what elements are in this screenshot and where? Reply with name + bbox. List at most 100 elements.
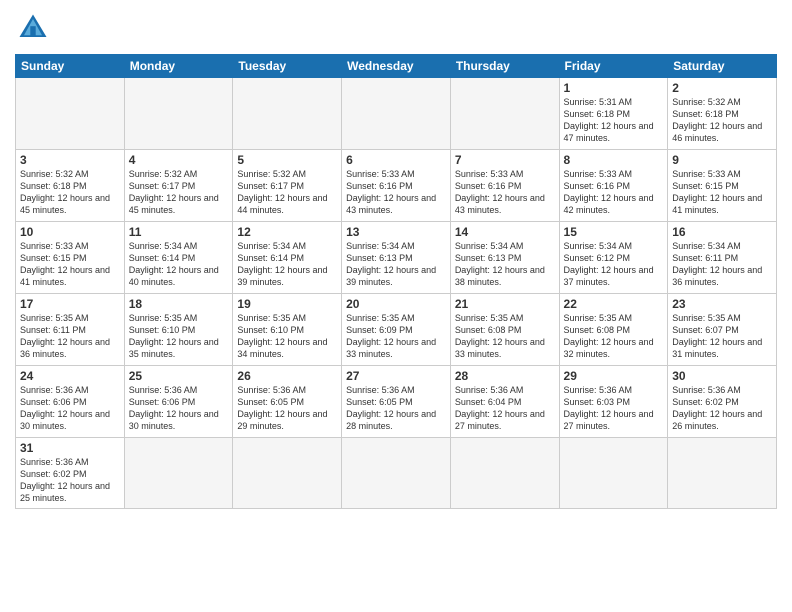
day-info: Sunrise: 5:32 AM Sunset: 6:17 PM Dayligh…: [129, 168, 229, 217]
day-info: Sunrise: 5:34 AM Sunset: 6:14 PM Dayligh…: [237, 240, 337, 289]
calendar-cell: [559, 438, 668, 509]
calendar-cell: 8Sunrise: 5:33 AM Sunset: 6:16 PM Daylig…: [559, 150, 668, 222]
day-info: Sunrise: 5:33 AM Sunset: 6:15 PM Dayligh…: [672, 168, 772, 217]
day-info: Sunrise: 5:36 AM Sunset: 6:06 PM Dayligh…: [129, 384, 229, 433]
calendar-cell: [342, 438, 451, 509]
day-info: Sunrise: 5:33 AM Sunset: 6:16 PM Dayligh…: [455, 168, 555, 217]
calendar-cell: 23Sunrise: 5:35 AM Sunset: 6:07 PM Dayli…: [668, 294, 777, 366]
day-number: 28: [455, 369, 555, 383]
day-info: Sunrise: 5:35 AM Sunset: 6:11 PM Dayligh…: [20, 312, 120, 361]
calendar-cell: 6Sunrise: 5:33 AM Sunset: 6:16 PM Daylig…: [342, 150, 451, 222]
day-number: 2: [672, 81, 772, 95]
calendar-cell: 30Sunrise: 5:36 AM Sunset: 6:02 PM Dayli…: [668, 366, 777, 438]
week-row-0: 1Sunrise: 5:31 AM Sunset: 6:18 PM Daylig…: [16, 78, 777, 150]
calendar-cell: 31Sunrise: 5:36 AM Sunset: 6:02 PM Dayli…: [16, 438, 125, 509]
day-number: 23: [672, 297, 772, 311]
day-info: Sunrise: 5:36 AM Sunset: 6:02 PM Dayligh…: [20, 456, 120, 505]
day-info: Sunrise: 5:34 AM Sunset: 6:14 PM Dayligh…: [129, 240, 229, 289]
day-info: Sunrise: 5:35 AM Sunset: 6:07 PM Dayligh…: [672, 312, 772, 361]
week-row-2: 10Sunrise: 5:33 AM Sunset: 6:15 PM Dayli…: [16, 222, 777, 294]
day-info: Sunrise: 5:36 AM Sunset: 6:05 PM Dayligh…: [237, 384, 337, 433]
calendar-cell: 18Sunrise: 5:35 AM Sunset: 6:10 PM Dayli…: [124, 294, 233, 366]
day-number: 9: [672, 153, 772, 167]
calendar-cell: 17Sunrise: 5:35 AM Sunset: 6:11 PM Dayli…: [16, 294, 125, 366]
weekday-header-saturday: Saturday: [668, 55, 777, 78]
day-number: 27: [346, 369, 446, 383]
calendar-cell: 15Sunrise: 5:34 AM Sunset: 6:12 PM Dayli…: [559, 222, 668, 294]
calendar-cell: [342, 78, 451, 150]
calendar-cell: 4Sunrise: 5:32 AM Sunset: 6:17 PM Daylig…: [124, 150, 233, 222]
week-row-5: 31Sunrise: 5:36 AM Sunset: 6:02 PM Dayli…: [16, 438, 777, 509]
calendar-cell: 9Sunrise: 5:33 AM Sunset: 6:15 PM Daylig…: [668, 150, 777, 222]
day-number: 8: [564, 153, 664, 167]
calendar-cell: [233, 438, 342, 509]
calendar-cell: [668, 438, 777, 509]
week-row-4: 24Sunrise: 5:36 AM Sunset: 6:06 PM Dayli…: [16, 366, 777, 438]
calendar-cell: 27Sunrise: 5:36 AM Sunset: 6:05 PM Dayli…: [342, 366, 451, 438]
day-number: 24: [20, 369, 120, 383]
day-number: 31: [20, 441, 120, 455]
day-info: Sunrise: 5:35 AM Sunset: 6:08 PM Dayligh…: [455, 312, 555, 361]
page: SundayMondayTuesdayWednesdayThursdayFrid…: [0, 0, 792, 612]
day-info: Sunrise: 5:34 AM Sunset: 6:13 PM Dayligh…: [455, 240, 555, 289]
calendar-cell: [124, 438, 233, 509]
day-info: Sunrise: 5:32 AM Sunset: 6:18 PM Dayligh…: [672, 96, 772, 145]
day-number: 21: [455, 297, 555, 311]
weekday-header-wednesday: Wednesday: [342, 55, 451, 78]
day-info: Sunrise: 5:33 AM Sunset: 6:16 PM Dayligh…: [564, 168, 664, 217]
day-number: 5: [237, 153, 337, 167]
day-number: 29: [564, 369, 664, 383]
calendar-cell: 20Sunrise: 5:35 AM Sunset: 6:09 PM Dayli…: [342, 294, 451, 366]
day-number: 3: [20, 153, 120, 167]
calendar-cell: 22Sunrise: 5:35 AM Sunset: 6:08 PM Dayli…: [559, 294, 668, 366]
weekday-header-thursday: Thursday: [450, 55, 559, 78]
calendar-cell: 14Sunrise: 5:34 AM Sunset: 6:13 PM Dayli…: [450, 222, 559, 294]
day-number: 11: [129, 225, 229, 239]
day-info: Sunrise: 5:36 AM Sunset: 6:02 PM Dayligh…: [672, 384, 772, 433]
day-number: 13: [346, 225, 446, 239]
calendar-cell: 24Sunrise: 5:36 AM Sunset: 6:06 PM Dayli…: [16, 366, 125, 438]
day-info: Sunrise: 5:35 AM Sunset: 6:09 PM Dayligh…: [346, 312, 446, 361]
day-info: Sunrise: 5:36 AM Sunset: 6:05 PM Dayligh…: [346, 384, 446, 433]
weekday-header-friday: Friday: [559, 55, 668, 78]
weekday-header-sunday: Sunday: [16, 55, 125, 78]
weekday-header-tuesday: Tuesday: [233, 55, 342, 78]
day-number: 18: [129, 297, 229, 311]
day-info: Sunrise: 5:33 AM Sunset: 6:16 PM Dayligh…: [346, 168, 446, 217]
header: [15, 10, 777, 46]
day-info: Sunrise: 5:36 AM Sunset: 6:06 PM Dayligh…: [20, 384, 120, 433]
day-number: 1: [564, 81, 664, 95]
week-row-3: 17Sunrise: 5:35 AM Sunset: 6:11 PM Dayli…: [16, 294, 777, 366]
week-row-1: 3Sunrise: 5:32 AM Sunset: 6:18 PM Daylig…: [16, 150, 777, 222]
day-info: Sunrise: 5:34 AM Sunset: 6:11 PM Dayligh…: [672, 240, 772, 289]
calendar-cell: [450, 78, 559, 150]
day-info: Sunrise: 5:32 AM Sunset: 6:18 PM Dayligh…: [20, 168, 120, 217]
calendar-cell: 16Sunrise: 5:34 AM Sunset: 6:11 PM Dayli…: [668, 222, 777, 294]
day-info: Sunrise: 5:36 AM Sunset: 6:03 PM Dayligh…: [564, 384, 664, 433]
weekday-header-row: SundayMondayTuesdayWednesdayThursdayFrid…: [16, 55, 777, 78]
calendar-cell: 7Sunrise: 5:33 AM Sunset: 6:16 PM Daylig…: [450, 150, 559, 222]
calendar-cell: 29Sunrise: 5:36 AM Sunset: 6:03 PM Dayli…: [559, 366, 668, 438]
day-info: Sunrise: 5:35 AM Sunset: 6:10 PM Dayligh…: [237, 312, 337, 361]
day-info: Sunrise: 5:33 AM Sunset: 6:15 PM Dayligh…: [20, 240, 120, 289]
day-number: 15: [564, 225, 664, 239]
calendar-cell: 21Sunrise: 5:35 AM Sunset: 6:08 PM Dayli…: [450, 294, 559, 366]
day-info: Sunrise: 5:36 AM Sunset: 6:04 PM Dayligh…: [455, 384, 555, 433]
day-number: 20: [346, 297, 446, 311]
day-info: Sunrise: 5:34 AM Sunset: 6:13 PM Dayligh…: [346, 240, 446, 289]
day-number: 14: [455, 225, 555, 239]
calendar-cell: 1Sunrise: 5:31 AM Sunset: 6:18 PM Daylig…: [559, 78, 668, 150]
day-number: 4: [129, 153, 229, 167]
day-number: 19: [237, 297, 337, 311]
logo: [15, 10, 55, 46]
calendar-cell: 11Sunrise: 5:34 AM Sunset: 6:14 PM Dayli…: [124, 222, 233, 294]
day-info: Sunrise: 5:35 AM Sunset: 6:08 PM Dayligh…: [564, 312, 664, 361]
day-info: Sunrise: 5:35 AM Sunset: 6:10 PM Dayligh…: [129, 312, 229, 361]
calendar-cell: 10Sunrise: 5:33 AM Sunset: 6:15 PM Dayli…: [16, 222, 125, 294]
calendar-cell: 2Sunrise: 5:32 AM Sunset: 6:18 PM Daylig…: [668, 78, 777, 150]
calendar-cell: 12Sunrise: 5:34 AM Sunset: 6:14 PM Dayli…: [233, 222, 342, 294]
day-number: 6: [346, 153, 446, 167]
day-number: 22: [564, 297, 664, 311]
day-number: 30: [672, 369, 772, 383]
day-info: Sunrise: 5:31 AM Sunset: 6:18 PM Dayligh…: [564, 96, 664, 145]
